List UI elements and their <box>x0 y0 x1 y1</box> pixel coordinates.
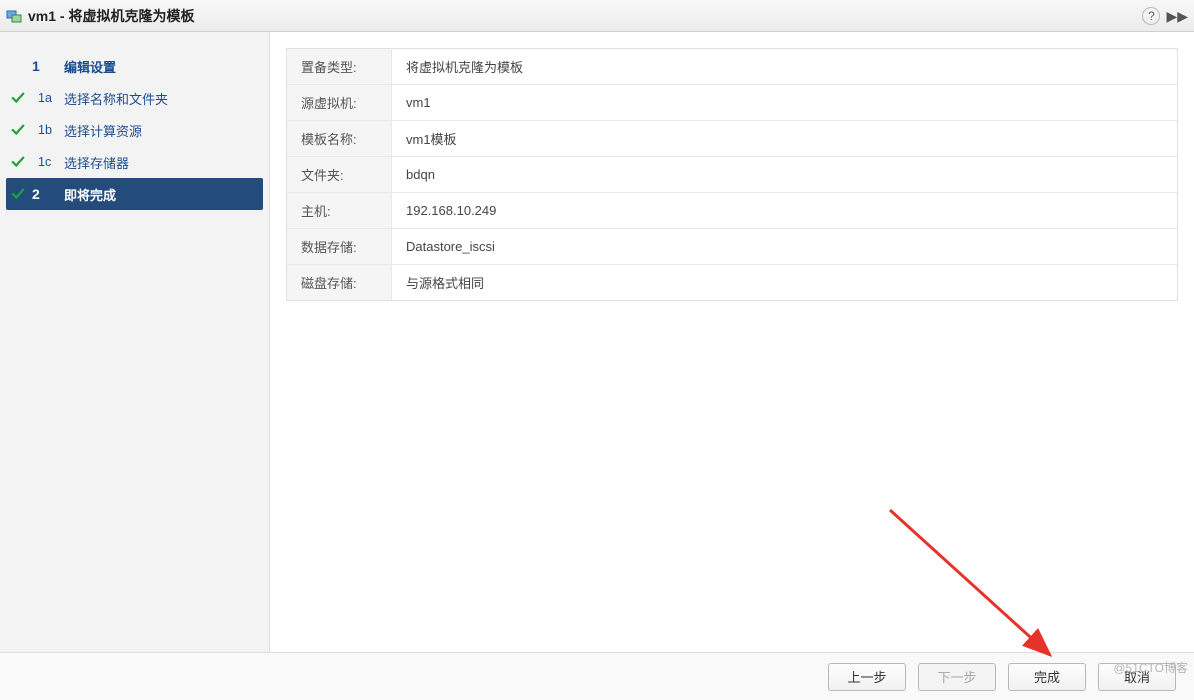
content-panel: 置备类型: 将虚拟机克隆为模板 源虚拟机: vm1 模板名称: vm1模板 文件… <box>270 32 1194 652</box>
summary-value: 将虚拟机克隆为模板 <box>392 49 1178 85</box>
step-number: 2 <box>28 186 64 202</box>
check-icon <box>8 155 28 169</box>
wizard-sidebar: 1 编辑设置 1a 选择名称和文件夹 1b 选择计算资源 1c 选择存储器 <box>0 32 270 652</box>
step-select-compute-resource[interactable]: 1b 选择计算资源 <box>0 114 269 146</box>
check-icon <box>8 123 28 137</box>
step-number: 1b <box>28 123 64 137</box>
summary-value: bdqn <box>392 157 1178 193</box>
table-row: 源虚拟机: vm1 <box>287 85 1178 121</box>
finish-button[interactable]: 完成 <box>1008 663 1086 691</box>
next-button: 下一步 <box>918 663 996 691</box>
step-ready-to-complete[interactable]: 2 即将完成 <box>6 178 263 210</box>
check-icon <box>8 91 28 105</box>
step-label: 编辑设置 <box>64 57 116 76</box>
vm-icon <box>6 8 22 24</box>
main-area: 1 编辑设置 1a 选择名称和文件夹 1b 选择计算资源 1c 选择存储器 <box>0 32 1194 652</box>
step-number: 1a <box>28 91 64 105</box>
table-row: 磁盘存储: 与源格式相同 <box>287 265 1178 301</box>
table-row: 主机: 192.168.10.249 <box>287 193 1178 229</box>
titlebar: vm1 - 将虚拟机克隆为模板 ? ▶▶ <box>0 0 1194 32</box>
check-icon <box>8 187 28 201</box>
summary-key: 模板名称: <box>287 121 392 157</box>
summary-key: 文件夹: <box>287 157 392 193</box>
summary-key: 数据存储: <box>287 229 392 265</box>
step-select-storage[interactable]: 1c 选择存储器 <box>0 146 269 178</box>
summary-key: 磁盘存储: <box>287 265 392 301</box>
step-number: 1c <box>28 155 64 169</box>
step-label: 选择存储器 <box>64 153 129 172</box>
summary-value: 与源格式相同 <box>392 265 1178 301</box>
table-row: 模板名称: vm1模板 <box>287 121 1178 157</box>
table-row: 数据存储: Datastore_iscsi <box>287 229 1178 265</box>
summary-table: 置备类型: 将虚拟机克隆为模板 源虚拟机: vm1 模板名称: vm1模板 文件… <box>286 48 1178 301</box>
summary-value: vm1模板 <box>392 121 1178 157</box>
summary-value: vm1 <box>392 85 1178 121</box>
summary-key: 置备类型: <box>287 49 392 85</box>
back-button[interactable]: 上一步 <box>828 663 906 691</box>
summary-key: 源虚拟机: <box>287 85 392 121</box>
summary-value: Datastore_iscsi <box>392 229 1178 265</box>
help-icon[interactable]: ? <box>1142 7 1160 25</box>
table-row: 置备类型: 将虚拟机克隆为模板 <box>287 49 1178 85</box>
expand-arrow-icon[interactable]: ▶▶ <box>1166 9 1188 23</box>
window-title: vm1 - 将虚拟机克隆为模板 <box>28 6 194 26</box>
step-edit-settings[interactable]: 1 编辑设置 <box>0 50 269 82</box>
footer-bar: 上一步 下一步 完成 取消 <box>0 652 1194 700</box>
cancel-button[interactable]: 取消 <box>1098 663 1176 691</box>
summary-key: 主机: <box>287 193 392 229</box>
step-label: 选择计算资源 <box>64 121 142 140</box>
table-row: 文件夹: bdqn <box>287 157 1178 193</box>
step-label: 即将完成 <box>64 185 116 204</box>
step-number: 1 <box>28 58 64 74</box>
step-label: 选择名称和文件夹 <box>64 89 168 108</box>
summary-value: 192.168.10.249 <box>392 193 1178 229</box>
step-select-name-folder[interactable]: 1a 选择名称和文件夹 <box>0 82 269 114</box>
